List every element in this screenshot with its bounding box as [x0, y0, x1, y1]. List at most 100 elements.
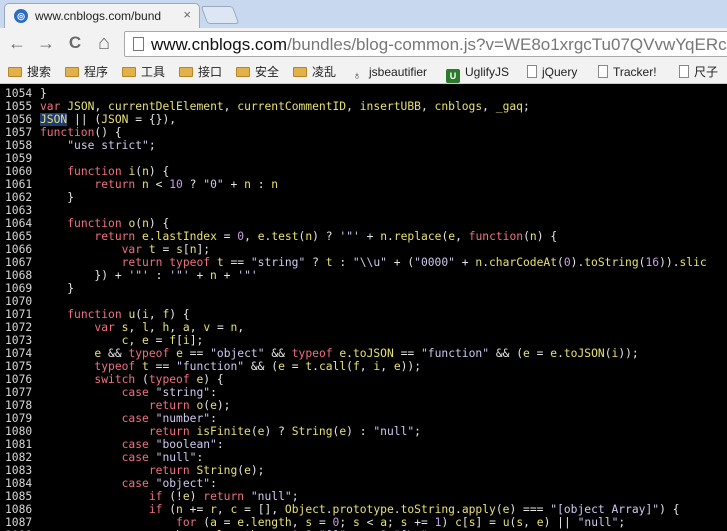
bookmark-uglifyjs[interactable]: U UglifyJS — [446, 63, 509, 83]
code-token: : — [210, 477, 217, 490]
code-token: toString — [400, 503, 455, 516]
folder-icon — [236, 67, 250, 77]
code-token: i — [182, 334, 190, 347]
bookmark-ruler[interactable]: 尺子 — [679, 63, 718, 81]
code-token: return — [94, 230, 143, 243]
code-token: n — [142, 178, 149, 191]
code-token: , — [169, 321, 183, 334]
folder-icon — [293, 67, 307, 77]
code-text: var JSON, currentDelElement, currentComm… — [40, 100, 530, 113]
code-token: . — [393, 503, 401, 516]
bookmark-tracker[interactable]: Tracker! — [598, 63, 657, 81]
code-token: + — [189, 269, 211, 282]
code-token: , — [420, 100, 435, 113]
code-token: n — [189, 243, 197, 256]
code-token: e — [142, 334, 149, 347]
back-arrow-icon[interactable]: ← — [6, 32, 28, 54]
code-token: . — [455, 503, 462, 516]
code-token: return — [148, 399, 197, 412]
code-token: . — [346, 347, 353, 360]
code-token: "0000" — [414, 256, 455, 269]
line-number: 1086 — [5, 503, 33, 516]
line-number: 1079 — [5, 412, 33, 425]
bookmark-search[interactable]: 搜索 — [8, 63, 51, 81]
code-token: . — [244, 516, 251, 529]
code-token: insertUBB — [359, 100, 421, 113]
new-tab-button[interactable] — [200, 6, 240, 24]
code-text: typeof t == "function" && (e = t.call(f,… — [40, 360, 421, 373]
browser-tab[interactable]: ◎ www.cnblogs.com/bund × — [4, 3, 200, 28]
code-token: return — [94, 178, 143, 191]
code-token: )); — [618, 347, 639, 360]
code-token: ? — [305, 256, 326, 269]
close-tab-icon[interactable]: × — [183, 7, 191, 22]
bookmark-jsbeautifier[interactable]: ♁ jsbeautifier — [350, 63, 427, 82]
page-icon — [598, 65, 608, 78]
code-token: function — [468, 230, 524, 243]
reload-icon[interactable]: C — [64, 32, 86, 54]
bookmark-tools[interactable]: 工具 — [122, 63, 165, 81]
code-token: = — [312, 516, 333, 529]
home-icon[interactable]: ⌂ — [93, 32, 115, 54]
code-token: = — [284, 360, 306, 373]
code-text: if (!e) return "null"; — [40, 490, 299, 503]
bookmark-api[interactable]: 接口 — [179, 63, 222, 81]
code-token: e — [244, 464, 251, 477]
code-text: var s, l, h, a, v = n, — [40, 321, 244, 334]
line-number: 1058 — [5, 139, 33, 152]
code-token: a — [210, 516, 217, 529]
line-number: 1063 — [5, 204, 33, 217]
bookmark-program[interactable]: 程序 — [65, 63, 108, 81]
code-token: ( — [346, 360, 353, 373]
uglifyjs-icon: U — [446, 69, 460, 83]
code-token: ; — [414, 425, 421, 438]
code-token: ) || — [543, 516, 578, 529]
code-token: == — [148, 360, 177, 373]
tab-title: www.cnblogs.com/bund — [35, 9, 162, 23]
code-token: = {}), — [128, 113, 177, 126]
code-token: prototype — [332, 503, 394, 516]
bookmarks-bar: 搜索 程序 工具 接口 安全 凌乱 ♁ jsbeautifier U UglifyJ… — [0, 60, 727, 84]
code-token: ) : — [346, 425, 374, 438]
bookmark-jquery[interactable]: jQuery — [527, 63, 577, 81]
code-token: JSON — [67, 100, 95, 113]
line-number: 1076 — [5, 373, 33, 386]
code-token: ) { — [169, 308, 190, 321]
code-token: e — [142, 230, 149, 243]
code-token: == — [223, 256, 251, 269]
address-bar[interactable]: www.cnblogs.com/bundles/blog-common.js?v… — [124, 31, 727, 57]
code-token: ( — [250, 425, 258, 438]
forward-arrow-icon[interactable]: → — [35, 32, 57, 54]
code-token: , — [482, 100, 496, 113]
code-text: return isFinite(e) ? String(e) : "null"; — [40, 425, 421, 438]
code-token: n — [142, 165, 149, 178]
code-token: t — [216, 256, 224, 269]
code-token: ; — [522, 100, 530, 113]
code-text: } — [40, 282, 74, 295]
code-token: . — [312, 360, 319, 373]
code-token: u — [502, 516, 510, 529]
line-number: 1075 — [5, 360, 33, 373]
url-text: www.cnblogs.com/bundles/blog-common.js?v… — [151, 35, 727, 55]
line-number: 1081 — [5, 438, 33, 451]
code-token: _gaq — [495, 100, 523, 113]
code-token: typeof — [94, 360, 143, 373]
code-text: return e.lastIndex = 0, e.test(n) ? '"' … — [40, 230, 557, 243]
code-token: ; — [291, 490, 299, 503]
line-number: 1061 — [5, 178, 33, 191]
code-token: r — [210, 503, 217, 516]
code-token: += — [182, 503, 211, 516]
code-token: l — [142, 321, 149, 334]
code-token: ) { — [536, 230, 558, 243]
line-number: 1073 — [5, 334, 33, 347]
folder-icon — [179, 67, 193, 77]
bookmark-misc[interactable]: 凌乱 — [293, 63, 336, 81]
code-text: return n < 10 ? "0" + n : n — [40, 178, 278, 191]
bookmark-security[interactable]: 安全 — [236, 63, 279, 81]
code-token: f — [352, 360, 360, 373]
source-code-view[interactable]: 1054} 1055 var JSON, currentDelElement, cu… — [0, 85, 727, 531]
